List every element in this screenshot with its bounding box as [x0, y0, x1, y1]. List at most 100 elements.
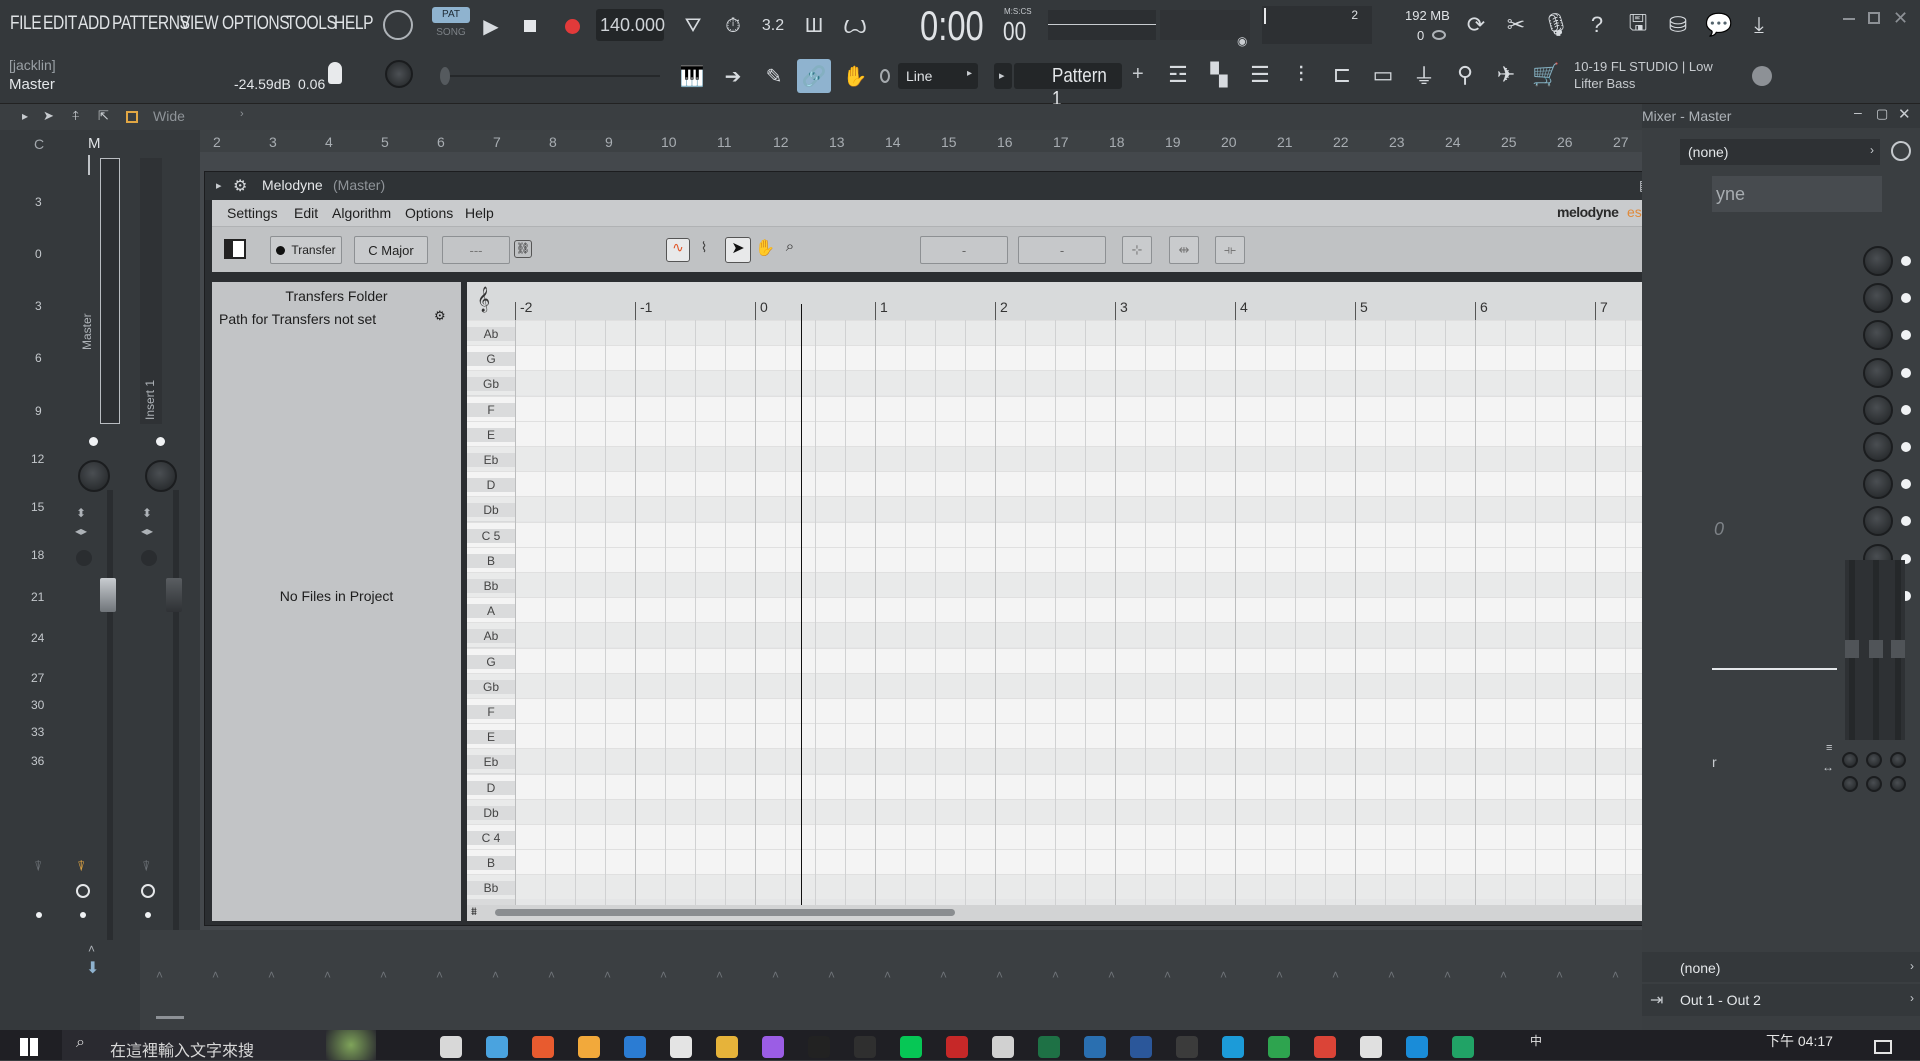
lane-marker-icon[interactable]: ˄ [1500, 968, 1507, 982]
square-icon[interactable] [126, 111, 138, 123]
menu-algorithm[interactable]: Algorithm [332, 205, 391, 221]
lane-marker-icon[interactable]: ˄ [380, 968, 387, 982]
lane-marker-icon[interactable]: ˄ [604, 968, 611, 982]
lane-marker-icon[interactable]: ˄ [828, 968, 835, 982]
zoom-icon[interactable]: ⌕ [778, 238, 802, 264]
hand-icon[interactable]: ✋ [752, 238, 778, 264]
fx-enable-led[interactable] [1901, 442, 1911, 452]
play-button[interactable]: ▶ [474, 9, 508, 43]
pitch-row[interactable]: Db [467, 798, 1697, 824]
master-fader[interactable] [100, 578, 116, 612]
fx-enable-led[interactable] [1901, 404, 1911, 415]
fx-mix-knob[interactable] [1863, 320, 1893, 351]
step-sequencer-button[interactable]: ▚ [1200, 56, 1238, 94]
taskbar-app-icon[interactable] [1406, 1036, 1428, 1058]
pattern-prev-button[interactable]: ▸ [994, 63, 1012, 89]
record-button[interactable] [555, 9, 589, 43]
fader-3[interactable] [1891, 640, 1905, 658]
close-icon[interactable]: ✕ [1898, 105, 1911, 123]
minimize-icon[interactable] [1843, 18, 1855, 20]
fx-enable-led[interactable] [1901, 330, 1911, 341]
news-button[interactable]: 💬 [1700, 6, 1738, 44]
fx-enable-led[interactable] [1901, 516, 1911, 527]
treble-clef-icon[interactable]: 𝄞 [477, 286, 490, 312]
input-selector[interactable]: (none) › [1680, 139, 1880, 165]
fx-enable-led[interactable] [1901, 293, 1911, 304]
clock-icon[interactable] [76, 884, 90, 898]
fader-1[interactable] [1845, 640, 1859, 658]
playhead[interactable] [801, 304, 802, 905]
song-mode-button[interactable]: SONG [432, 27, 470, 41]
pointer-tool-icon[interactable]: ➤ [725, 237, 751, 263]
triangle-right-icon[interactable]: ▸ [216, 179, 222, 192]
menu-help[interactable]: Help [465, 205, 494, 221]
note-editor[interactable]: 𝄞 -2-101234567 ♩ AbGGbFEEbDDbC 5BBbAAbGG… [467, 282, 1697, 921]
pitch-row[interactable]: Ab [467, 622, 1697, 648]
lane-marker-icon[interactable]: ˄ [660, 968, 667, 982]
loop-record-button[interactable]: Ꙍ [838, 9, 872, 43]
taskbar-app-icon[interactable] [900, 1036, 922, 1058]
swap-icon[interactable]: ◂▸ [75, 524, 87, 538]
add-pattern-button[interactable]: + [1132, 63, 1144, 86]
chain-link-icon[interactable]: ⛓ [514, 240, 532, 258]
pitch-row[interactable]: Bb [467, 874, 1697, 900]
horizontal-scroll-thumb[interactable] [495, 909, 955, 916]
fx-mix-knob[interactable] [1863, 246, 1893, 276]
scroll-handle[interactable] [156, 1016, 184, 1019]
tempo-display[interactable]: 140.000 [596, 9, 665, 41]
minimize-icon[interactable]: – [1854, 104, 1862, 120]
pitch-row[interactable]: B [467, 849, 1697, 875]
menu-help[interactable]: HELP [334, 13, 373, 35]
master-pitch-slider[interactable] [440, 67, 660, 85]
globe-icon[interactable] [1752, 66, 1772, 86]
eq-knob[interactable] [1842, 752, 1858, 768]
pitch-row[interactable]: D [467, 773, 1697, 799]
lane-marker-icon[interactable]: ˄ [436, 968, 443, 982]
taskbar-app-icon[interactable] [992, 1036, 1014, 1058]
fx-mix-knob[interactable] [1863, 283, 1893, 314]
taskbar-app-icon[interactable] [1452, 1036, 1474, 1058]
lane-marker-icon[interactable]: ˄ [492, 968, 499, 982]
pitch-row[interactable]: E [467, 723, 1697, 749]
pitch-row[interactable]: D [467, 471, 1697, 497]
output-selector[interactable]: ⇥ Out 1 - Out 2 › [1642, 984, 1920, 1016]
pitch-row[interactable]: G [467, 345, 1697, 371]
metronome-button[interactable]: ⛛ [676, 9, 710, 43]
lane-marker-icon[interactable]: ˄ [268, 968, 275, 982]
snap-selector[interactable]: Line ▸ [898, 63, 978, 89]
mic-icon[interactable]: ⍒ [34, 858, 42, 875]
pitch-tool-icon[interactable]: ∿ [666, 238, 690, 262]
fx-mix-knob[interactable] [1863, 394, 1893, 425]
insert1-led[interactable] [156, 437, 165, 446]
step-edit-button[interactable]: Ш [797, 9, 831, 43]
record-arm-icon[interactable]: ⍒ [142, 858, 150, 875]
lane-marker-icon[interactable]: ˄ [1612, 968, 1619, 982]
taskbar-app-icon[interactable] [854, 1036, 876, 1058]
taskbar-app-icon[interactable] [762, 1036, 784, 1058]
menu-options[interactable]: Options [405, 205, 453, 221]
gear-icon[interactable]: ⚙ [233, 176, 247, 196]
help-button[interactable]: ? [1578, 6, 1616, 44]
record-audio-button[interactable]: 🎙 [1537, 6, 1575, 44]
clock-icon[interactable] [1891, 141, 1911, 161]
lane-marker-icon[interactable]: ˄ [716, 968, 723, 982]
insert1-fader[interactable] [166, 578, 182, 612]
tempo-field[interactable]: --- [442, 236, 510, 264]
lane-marker-icon[interactable]: ˄ [548, 968, 555, 982]
stop-button[interactable] [513, 9, 547, 43]
pitch-row[interactable]: Ab [467, 320, 1697, 345]
pointer-icon[interactable]: ➤ [43, 108, 54, 124]
lane-marker-icon[interactable]: ˄ [772, 968, 779, 982]
master-led[interactable] [89, 437, 98, 446]
lane-marker-icon[interactable]: ˄ [1276, 968, 1283, 982]
record-arm-icon[interactable]: ⍒ [77, 858, 85, 875]
close-icon[interactable]: ✕ [1893, 8, 1908, 29]
menu-edit[interactable]: EDIT [43, 13, 77, 35]
lane-marker-icon[interactable]: ˄ [324, 968, 331, 982]
taskbar-app-icon[interactable] [624, 1036, 646, 1058]
taskbar-app-icon[interactable] [716, 1036, 738, 1058]
notification-icon[interactable] [1874, 1040, 1892, 1054]
taskbar-app-icon[interactable] [1222, 1036, 1244, 1058]
save-as-button[interactable]: ⛁ [1659, 6, 1697, 44]
undo-history-button[interactable]: ⟳ [1457, 6, 1495, 44]
